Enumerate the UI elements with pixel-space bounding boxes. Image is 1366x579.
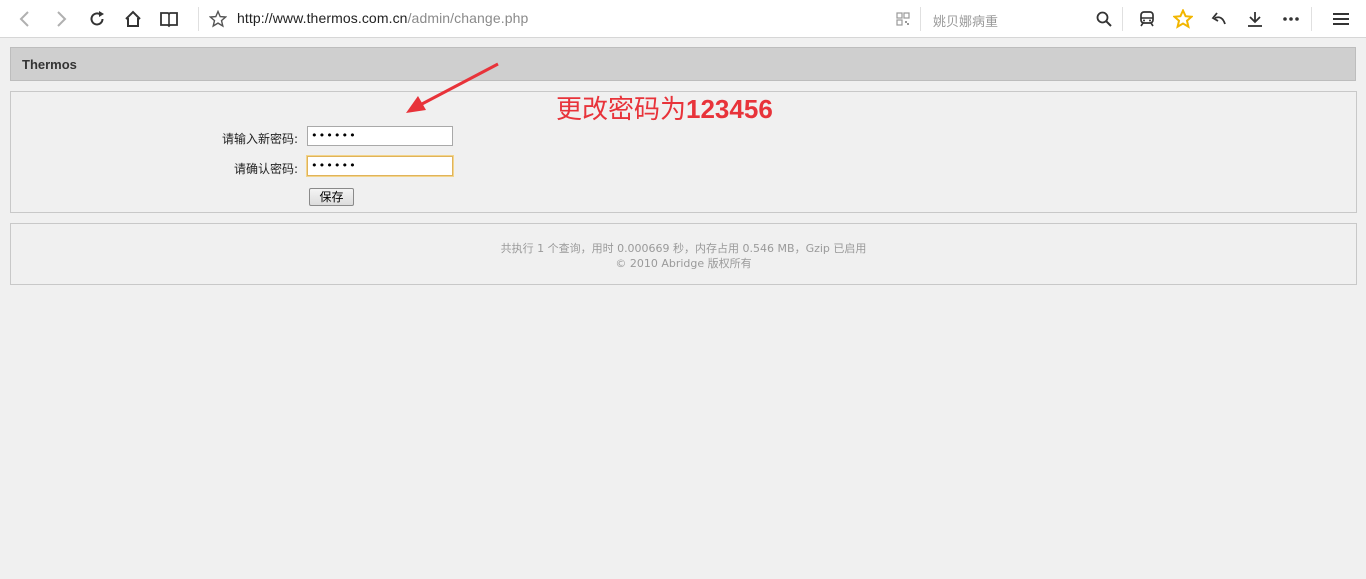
more-options-icon[interactable] (1280, 8, 1302, 30)
search-field[interactable]: 姚贝娜病重 (933, 11, 998, 30)
annotation-text: 更改密码为123456 (556, 89, 773, 126)
toolbar-separator (1122, 7, 1123, 31)
confirm-password-label: 请确认密码: (233, 162, 298, 176)
toolbar-separator (1311, 7, 1312, 31)
site-title: Thermos (22, 57, 77, 72)
annotation-arrow (406, 62, 499, 113)
url-host: http://www.thermos.com.cn (237, 10, 408, 26)
footer-stats: 共执行 1 个查询，用时 0.000669 秒，内存占用 0.546 MB，Gz… (500, 242, 867, 255)
bookmark-star-icon[interactable] (207, 8, 229, 30)
site-header-bar: Thermos (10, 47, 1356, 81)
menu-icon[interactable] (1330, 8, 1352, 30)
download-icon[interactable] (1244, 8, 1266, 30)
footer-copyright: © 2010 Abridge 版权所有 (615, 257, 752, 270)
footer: 共执行 1 个查询，用时 0.000669 秒，内存占用 0.546 MB，Gz… (10, 223, 1357, 285)
new-password-label: 请输入新密码: (221, 132, 298, 146)
save-button[interactable]: 保存 (309, 188, 354, 206)
annotation-text-prefix: 更改密码为 (556, 95, 687, 125)
browser-toolbar: http://www.thermos.com.cn/admin/change.p… (0, 0, 1366, 38)
annotation-text-number: 123456 (686, 94, 773, 124)
reader-view-icon[interactable] (158, 8, 180, 30)
search-icon[interactable] (1093, 8, 1115, 30)
new-password-input[interactable]: •••••• (307, 126, 453, 146)
undo-icon[interactable] (1208, 8, 1230, 30)
toolbar-separator (198, 7, 199, 31)
favorites-star-icon[interactable] (1172, 8, 1194, 30)
url-path: /admin/change.php (407, 10, 529, 26)
search-separator (920, 7, 921, 31)
confirm-password-input[interactable]: •••••• (307, 156, 453, 176)
back-icon[interactable] (14, 8, 36, 30)
reload-icon[interactable] (86, 8, 108, 30)
home-icon[interactable] (122, 8, 144, 30)
qr-code-icon[interactable] (892, 8, 914, 30)
forward-icon[interactable] (50, 8, 72, 30)
train-icon[interactable] (1136, 8, 1158, 30)
address-bar[interactable]: http://www.thermos.com.cn/admin/change.p… (237, 10, 528, 26)
